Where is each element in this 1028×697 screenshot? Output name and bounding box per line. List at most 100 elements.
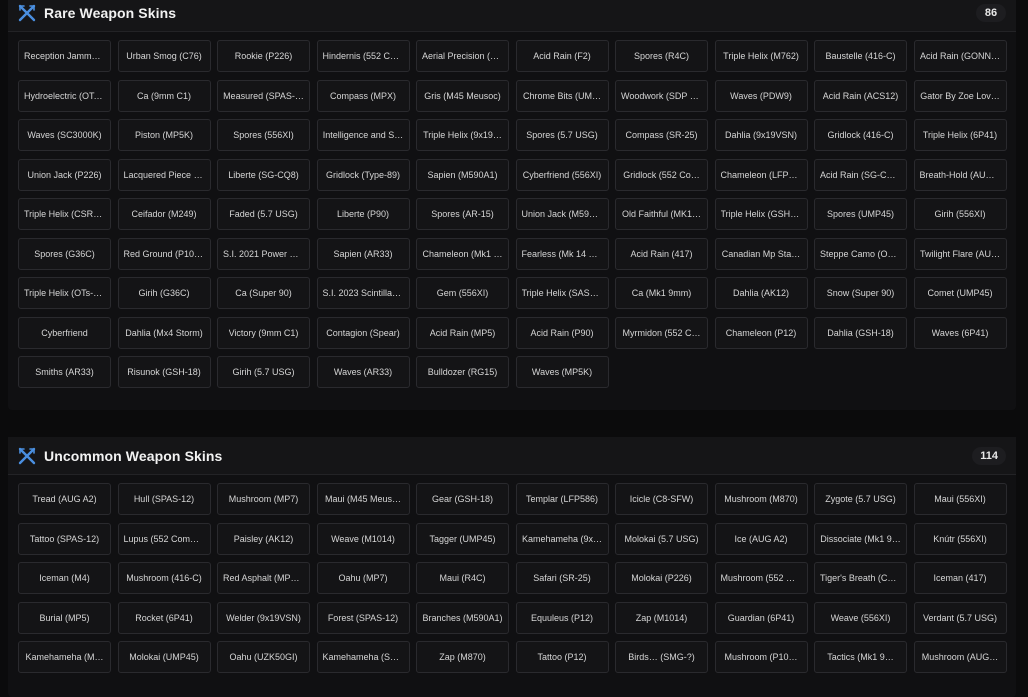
skin-tile[interactable]: Acid Rain (417)	[615, 237, 708, 270]
skin-tile[interactable]: Fearless (Mk 14 E…	[515, 237, 609, 270]
skin-tile[interactable]: Smiths (AR33)	[18, 356, 111, 388]
skin-tile[interactable]: Lupus (552 Comm…	[117, 522, 211, 555]
skin-tile[interactable]: Tattoo (SPAS-12)	[18, 522, 111, 555]
skin-tile[interactable]: Faded (5.7 USG)	[217, 198, 310, 230]
skin-tile[interactable]: Ca (9mm C1)	[117, 79, 211, 112]
skin-tile[interactable]: Acid Rain (SG-CQ8)	[814, 158, 907, 191]
skin-tile[interactable]: Mushroom (AUG…	[913, 641, 1007, 673]
skin-tile[interactable]: Chameleon (Mk1 …	[416, 237, 509, 270]
skin-tile[interactable]: Chameleon (LFP5…	[714, 158, 808, 191]
skin-tile[interactable]: Forest (SPAS-12)	[316, 601, 410, 634]
skin-tile[interactable]: Kamehameha (M…	[18, 641, 111, 673]
skin-tile[interactable]: Sapien (M590A1)	[416, 158, 509, 191]
skin-tile[interactable]: Ceifador (M249)	[117, 198, 211, 230]
skin-tile[interactable]: Bulldozer (RG15)	[416, 356, 509, 388]
skin-tile[interactable]: Molokai (P226)	[615, 562, 708, 594]
skin-tile[interactable]: Risunok (GSH-18)	[117, 356, 211, 388]
skin-tile[interactable]: Waves (MP5K)	[515, 356, 609, 388]
skin-tile[interactable]: Spores (UMP45)	[814, 198, 907, 230]
skin-tile[interactable]: Triple Helix (CSRX…	[18, 198, 111, 230]
skin-tile[interactable]: Reception Jamme…	[18, 40, 111, 72]
skin-tile[interactable]: Hindernis (552 Co…	[316, 40, 410, 72]
skin-tile[interactable]: Cyberfriend	[18, 316, 111, 349]
skin-tile[interactable]: Dahlia (Mx4 Storm)	[117, 316, 211, 349]
skin-tile[interactable]: Union Jack (M590…	[515, 198, 609, 230]
skin-tile[interactable]: Ice (AUG A2)	[714, 522, 808, 555]
skin-tile[interactable]: Kamehameha (9x…	[515, 522, 609, 555]
skin-tile[interactable]: Templar (LFP586)	[515, 483, 609, 515]
skin-tile[interactable]: Dahlia (AK12)	[714, 277, 808, 309]
skin-tile[interactable]: Liberte (SG-CQ8)	[217, 158, 310, 191]
skin-tile[interactable]: Measured (SPAS-…	[217, 79, 310, 112]
skin-tile[interactable]: Mushroom (MP7)	[217, 483, 310, 515]
skin-tile[interactable]: Branches (M590A1)	[416, 601, 509, 634]
skin-tile[interactable]: Acid Rain (ACS12)	[814, 79, 907, 112]
skin-tile[interactable]: Liberte (P90)	[316, 198, 410, 230]
uncommon-skins-header[interactable]: Uncommon Weapon Skins 114	[8, 437, 1016, 475]
skin-tile[interactable]: S.I. 2021 Power Pr…	[217, 237, 310, 270]
skin-tile[interactable]: Girih (5.7 USG)	[217, 356, 310, 388]
skin-tile[interactable]: Urban Smog (C76)	[117, 40, 211, 72]
skin-tile[interactable]: Waves (PDW9)	[714, 79, 808, 112]
skin-tile[interactable]: Intelligence and S…	[316, 119, 410, 151]
skin-tile[interactable]: Tread (AUG A2)	[18, 483, 111, 515]
skin-tile[interactable]: Ca (Super 90)	[217, 277, 310, 309]
skin-tile[interactable]: Weave (556XI)	[814, 601, 907, 634]
skin-tile[interactable]: Maui (R4C)	[416, 562, 509, 594]
skin-tile[interactable]: Spores (G36C)	[18, 237, 111, 270]
skin-tile[interactable]: Acid Rain (P90)	[515, 316, 609, 349]
skin-tile[interactable]: Myrmidon (552 C…	[615, 316, 708, 349]
skin-tile[interactable]: Zygote (5.7 USG)	[814, 483, 907, 515]
skin-tile[interactable]: Ca (Mk1 9mm)	[615, 277, 708, 309]
skin-tile[interactable]: Tiger's Breath (C8…	[814, 562, 907, 594]
skin-tile[interactable]: Sapien (AR33)	[316, 237, 410, 270]
skin-tile[interactable]: Gridlock (416-C)	[814, 119, 907, 151]
skin-tile[interactable]: Contagion (Spear)	[316, 316, 410, 349]
skin-tile[interactable]: Hydroelectric (OTs…	[18, 79, 111, 112]
skin-tile[interactable]: Knútr (556XI)	[913, 522, 1007, 555]
skin-tile[interactable]: Burial (MP5)	[18, 601, 111, 634]
skin-tile[interactable]: Guardian (6P41)	[714, 601, 808, 634]
skin-tile[interactable]: Compass (MPX)	[316, 79, 410, 112]
skin-tile[interactable]: Dahlia (9x19VSN)	[714, 119, 808, 151]
skin-tile[interactable]: Triple Helix (9x19…	[416, 119, 509, 151]
skin-tile[interactable]: Gear (GSH-18)	[416, 483, 509, 515]
rare-skins-header[interactable]: Rare Weapon Skins 86	[8, 0, 1016, 32]
skin-tile[interactable]: Zap (M870)	[416, 641, 509, 673]
skin-tile[interactable]: Triple Helix (GSH-…	[714, 198, 808, 230]
skin-tile[interactable]: Lacquered Piece (…	[117, 158, 211, 191]
skin-tile[interactable]: Molokai (5.7 USG)	[615, 522, 708, 555]
skin-tile[interactable]: Woodwork (SDP 9…	[615, 79, 708, 112]
skin-tile[interactable]: Iceman (417)	[913, 562, 1007, 594]
skin-tile[interactable]: Gris (M45 Meusoc)	[416, 79, 509, 112]
skin-tile[interactable]: Piston (MP5K)	[117, 119, 211, 151]
skin-tile[interactable]: Mushroom (M870)	[714, 483, 808, 515]
skin-tile[interactable]: Dissociate (Mk1 9…	[814, 522, 907, 555]
skin-tile[interactable]: Rocket (6P41)	[117, 601, 211, 634]
skin-tile[interactable]: Mushroom (416-C)	[117, 562, 211, 594]
skin-tile[interactable]: Oahu (MP7)	[316, 562, 410, 594]
skin-tile[interactable]: Snow (Super 90)	[814, 277, 907, 309]
skin-tile[interactable]: Victory (9mm C1)	[217, 316, 310, 349]
skin-tile[interactable]: Triple Helix (6P41)	[913, 119, 1007, 151]
skin-tile[interactable]: Mushroom (552 C…	[714, 562, 808, 594]
skin-tile[interactable]: Chrome Bits (UM…	[515, 79, 609, 112]
skin-tile[interactable]: S.I. 2023 Scintilla (…	[316, 277, 410, 309]
skin-tile[interactable]: Union Jack (P226)	[18, 158, 111, 191]
skin-tile[interactable]: Steppe Camo (OT…	[814, 237, 907, 270]
skin-tile[interactable]: Tactics (Mk1 9…	[814, 641, 907, 673]
skin-tile[interactable]: Spores (556XI)	[217, 119, 310, 151]
skin-tile[interactable]: Tattoo (P12)	[515, 641, 609, 673]
skin-tile[interactable]: Gem (556XI)	[416, 277, 509, 309]
skin-tile[interactable]: Zap (M1014)	[615, 601, 708, 634]
skin-tile[interactable]: Dahlia (GSH-18)	[814, 316, 907, 349]
skin-tile[interactable]: Twilight Flare (AU…	[913, 237, 1007, 270]
skin-tile[interactable]: Maui (M45 Meus…	[316, 483, 410, 515]
skin-tile[interactable]: Baustelle (416-C)	[814, 40, 907, 72]
skin-tile[interactable]: Verdant (5.7 USG)	[913, 601, 1007, 634]
skin-tile[interactable]: Kamehameha (SG…	[316, 641, 410, 673]
skin-tile[interactable]: Tagger (UMP45)	[416, 522, 509, 555]
skin-tile[interactable]: Red Ground (P10 …	[117, 237, 211, 270]
skin-tile[interactable]: Birds… (SMG-?)	[615, 641, 708, 673]
skin-tile[interactable]: Oahu (UZK50GI)	[217, 641, 310, 673]
